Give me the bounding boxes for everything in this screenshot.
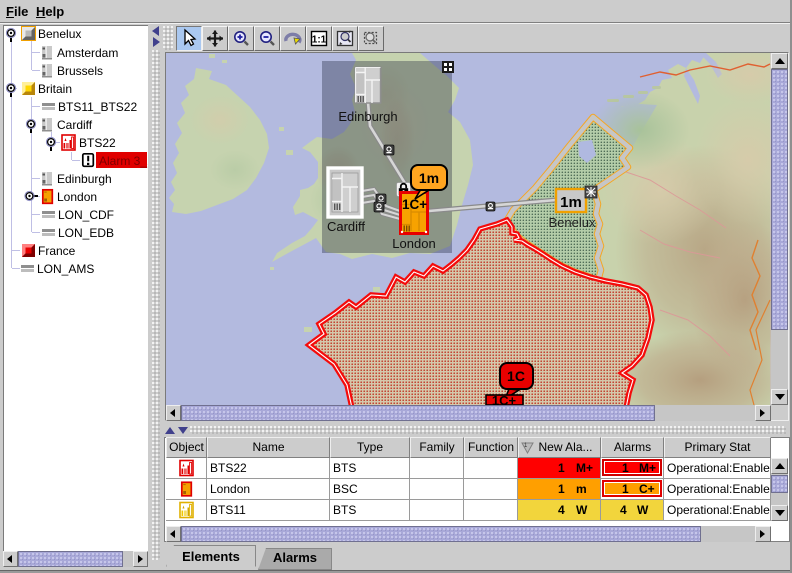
svg-text:1:1: 1:1 — [312, 35, 327, 46]
svg-text:1C+: 1C+ — [492, 393, 517, 405]
svg-text:1m: 1m — [419, 170, 439, 186]
svg-text:Cardiff: Cardiff — [327, 219, 365, 234]
svg-text:London: London — [392, 236, 435, 251]
svg-text:1C: 1C — [507, 368, 525, 384]
svg-text:1m: 1m — [560, 194, 582, 211]
svg-text:Edinburgh: Edinburgh — [338, 109, 397, 124]
svg-text:Benelux: Benelux — [549, 215, 596, 230]
svg-text:1C+: 1C+ — [402, 197, 427, 212]
